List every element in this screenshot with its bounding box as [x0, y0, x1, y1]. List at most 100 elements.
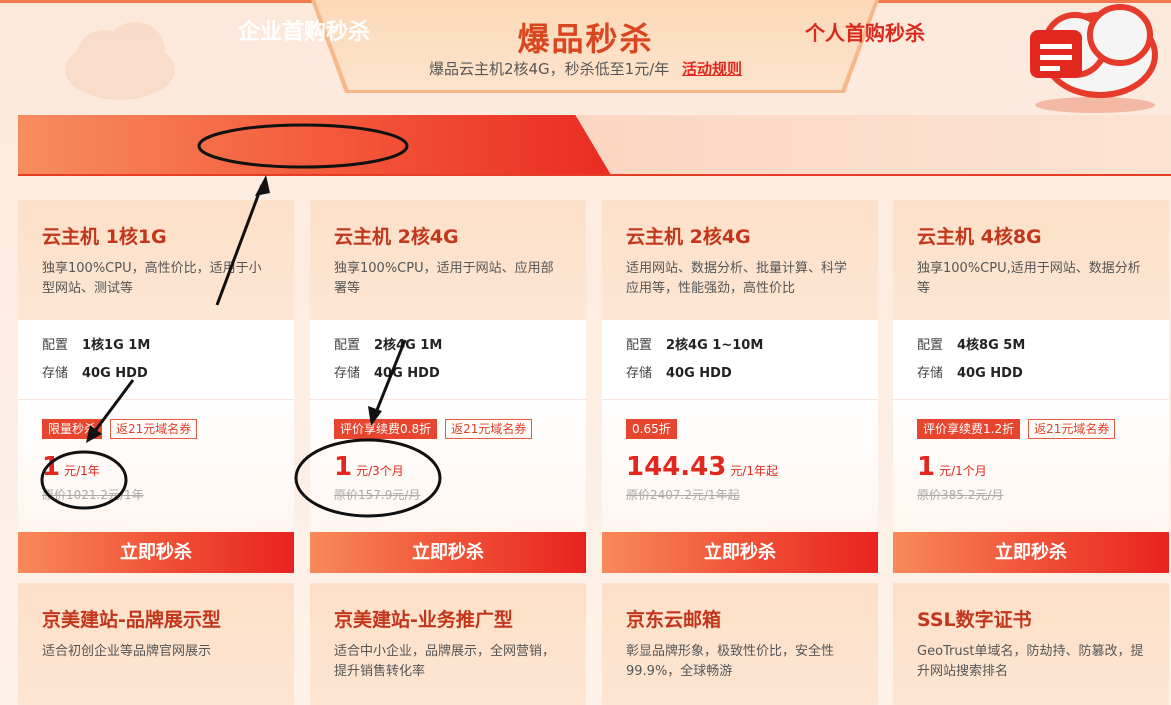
spec-label: 配置 [42, 338, 69, 353]
spec-label: 存储 [42, 366, 69, 381]
product-card-row2[interactable]: 京东云邮箱 彰显品牌形象，极致性价比，安全性99.9%，全球畅游 [602, 583, 878, 705]
product-title: 京美建站-品牌展示型 [42, 609, 221, 631]
spec-value: 2核4G 1M [374, 338, 443, 353]
price-section: 评价享续费0.8折 返21元域名券 1 元/3个月 原价157.9元/月 [310, 400, 586, 532]
product-card: 云主机 1核1G 独享100%CPU，高性价比，适用于小型网站、测试等 配置 1核… [18, 200, 294, 573]
flash-sale-button[interactable]: 立即秒杀 [310, 532, 586, 573]
product-title: SSL数字证书 [917, 609, 1032, 631]
product-card-row2[interactable]: SSL数字证书 GeoTrust单域名，防劫持、防篡改，提升网站搜索排名 [893, 583, 1169, 705]
spec-value: 40G HDD [957, 366, 1023, 381]
coupon-badge: 返21元域名券 [1028, 419, 1116, 439]
promo-badge: 0.65折 [626, 419, 677, 439]
price-section: 评价享续费1.2折 返21元域名券 1 元/1个月 原价385.2元/月 [893, 400, 1169, 532]
activity-rules-link[interactable]: 活动规则 [682, 60, 742, 78]
card-header: 云主机 2核4G 独享100%CPU，适用于网站、应用部署等 [310, 200, 586, 320]
price-unit: 元/1年起 [730, 464, 779, 478]
spec-config: 配置 4核8G 5M [917, 334, 1145, 362]
coupon-badge: 返21元域名券 [445, 419, 533, 439]
price-line: 1 元/1年 [42, 452, 270, 482]
price-value: 1 [917, 452, 936, 482]
product-description: 独享100%CPU，高性价比，适用于小型网站、测试等 [42, 261, 262, 296]
spec-label: 存储 [626, 366, 653, 381]
tab-personal[interactable] [578, 115, 1171, 175]
card-header: 云主机 1核1G 独享100%CPU，高性价比，适用于小型网站、测试等 [18, 200, 294, 320]
product-title: 京美建站-业务推广型 [334, 609, 513, 631]
price-line: 1 元/1个月 [917, 452, 1145, 482]
spec-storage: 存储 40G HDD [42, 362, 270, 390]
price-line: 144.43 元/1年起 [626, 452, 854, 482]
original-price: 原价157.9元/月 [334, 488, 421, 502]
spec-config: 配置 2核4G 1~10M [626, 334, 854, 362]
spec-label: 存储 [334, 366, 361, 381]
spec-value: 40G HDD [666, 366, 732, 381]
spec-value: 40G HDD [82, 366, 148, 381]
badge-row: 评价享续费1.2折 返21元域名券 [917, 418, 1145, 440]
price-unit: 元/3个月 [356, 464, 404, 478]
tab-enterprise-label[interactable]: 企业首购秒杀 [200, 14, 408, 46]
product-title: 云主机 2核4G [626, 226, 751, 248]
product-title: 云主机 1核1G [42, 226, 167, 248]
spec-config: 配置 1核1G 1M [42, 334, 270, 362]
price-section: 0.65折 144.43 元/1年起 原价2407.2元/1年起 [602, 400, 878, 532]
product-description: 适合中小企业，品牌展示，全网营销，提升销售转化率 [334, 644, 556, 679]
badge-row: 评价享续费0.8折 返21元域名券 [334, 418, 562, 440]
price-value: 1 [42, 452, 61, 482]
product-description: 独享100%CPU，适用于网站、应用部署等 [334, 261, 554, 296]
card-header: 云主机 2核4G 适用网站、数据分析、批量计算、科学应用等，性能强劲，高性价比 [602, 200, 878, 320]
product-description: 适用网站、数据分析、批量计算、科学应用等，性能强劲，高性价比 [626, 261, 848, 296]
price-unit: 元/1年 [64, 464, 100, 478]
tab-bar [18, 115, 1171, 176]
badge-row: 0.65折 [626, 418, 854, 440]
product-title: 京东云邮箱 [626, 609, 722, 631]
product-specs: 配置 4核8G 5M 存储 40G HDD [893, 320, 1169, 400]
banner-subtitle-text: 爆品云主机2核4G，秒杀低至1元/年 [428, 60, 670, 78]
spec-label: 配置 [917, 338, 944, 353]
flash-sale-button[interactable]: 立即秒杀 [602, 532, 878, 573]
price-line: 1 元/3个月 [334, 452, 562, 482]
original-price: 原价385.2元/月 [917, 488, 1004, 502]
original-price: 原价2407.2元/1年起 [626, 488, 740, 502]
badge-row: 限量秒杀 返21元域名券 [42, 418, 270, 440]
spec-value: 2核4G 1~10M [666, 338, 764, 353]
price-value: 1 [334, 452, 353, 482]
spec-value: 1核1G 1M [82, 338, 151, 353]
price-section: 限量秒杀 返21元域名券 1 元/1年 原价1021.2元/1年 [18, 400, 294, 532]
price-unit: 元/1个月 [939, 464, 987, 478]
product-title: 云主机 4核8G [917, 226, 1042, 248]
product-specs: 配置 1核1G 1M 存储 40G HDD [18, 320, 294, 400]
spec-storage: 存储 40G HDD [917, 362, 1145, 390]
card-header: 云主机 4核8G 独享100%CPU,适用于网站、数据分析等 [893, 200, 1169, 320]
product-specs: 配置 2核4G 1~10M 存储 40G HDD [602, 320, 878, 400]
promo-badge: 评价享续费1.2折 [917, 419, 1021, 439]
spec-config: 配置 2核4G 1M [334, 334, 562, 362]
tab-personal-label[interactable]: 个人首购秒杀 [780, 17, 950, 46]
product-description: 独享100%CPU,适用于网站、数据分析等 [917, 261, 1141, 296]
spec-value: 40G HDD [374, 366, 440, 381]
spec-label: 存储 [917, 366, 944, 381]
product-card: 云主机 4核8G 独享100%CPU,适用于网站、数据分析等 配置 4核8G 5M… [893, 200, 1169, 573]
spec-storage: 存储 40G HDD [334, 362, 562, 390]
flash-sale-button[interactable]: 立即秒杀 [893, 532, 1169, 573]
page-title: 爆品秒杀 [517, 20, 654, 58]
promo-badge: 限量秒杀 [42, 419, 103, 439]
spec-storage: 存储 40G HDD [626, 362, 854, 390]
product-description: 彰显品牌形象，极致性价比，安全性99.9%，全球畅游 [626, 644, 835, 679]
tab-underline [18, 174, 1171, 176]
spec-label: 配置 [334, 338, 361, 353]
product-description: 适合初创企业等品牌官网展示 [42, 644, 212, 659]
product-card: 云主机 2核4G 适用网站、数据分析、批量计算、科学应用等，性能强劲，高性价比 … [602, 200, 878, 573]
spec-value: 4核8G 5M [957, 338, 1026, 353]
banner-subtitle: 爆品云主机2核4G，秒杀低至1元/年 活动规则 [0, 58, 1171, 79]
spec-label: 配置 [626, 338, 653, 353]
coupon-badge: 返21元域名券 [110, 419, 198, 439]
product-title: 云主机 2核4G [334, 226, 459, 248]
annotation-arrowhead [255, 175, 270, 196]
product-description: GeoTrust单域名，防劫持、防篡改，提升网站搜索排名 [917, 644, 1144, 679]
product-card-row2[interactable]: 京美建站-品牌展示型 适合初创企业等品牌官网展示 [18, 583, 294, 705]
product-card-row2[interactable]: 京美建站-业务推广型 适合中小企业，品牌展示，全网营销，提升销售转化率 [310, 583, 586, 705]
original-price: 原价1021.2元/1年 [42, 488, 144, 502]
flash-sale-button[interactable]: 立即秒杀 [18, 532, 294, 573]
promo-badge: 评价享续费0.8折 [334, 419, 438, 439]
price-value: 144.43 [626, 452, 727, 482]
tab-enterprise[interactable] [18, 115, 611, 175]
